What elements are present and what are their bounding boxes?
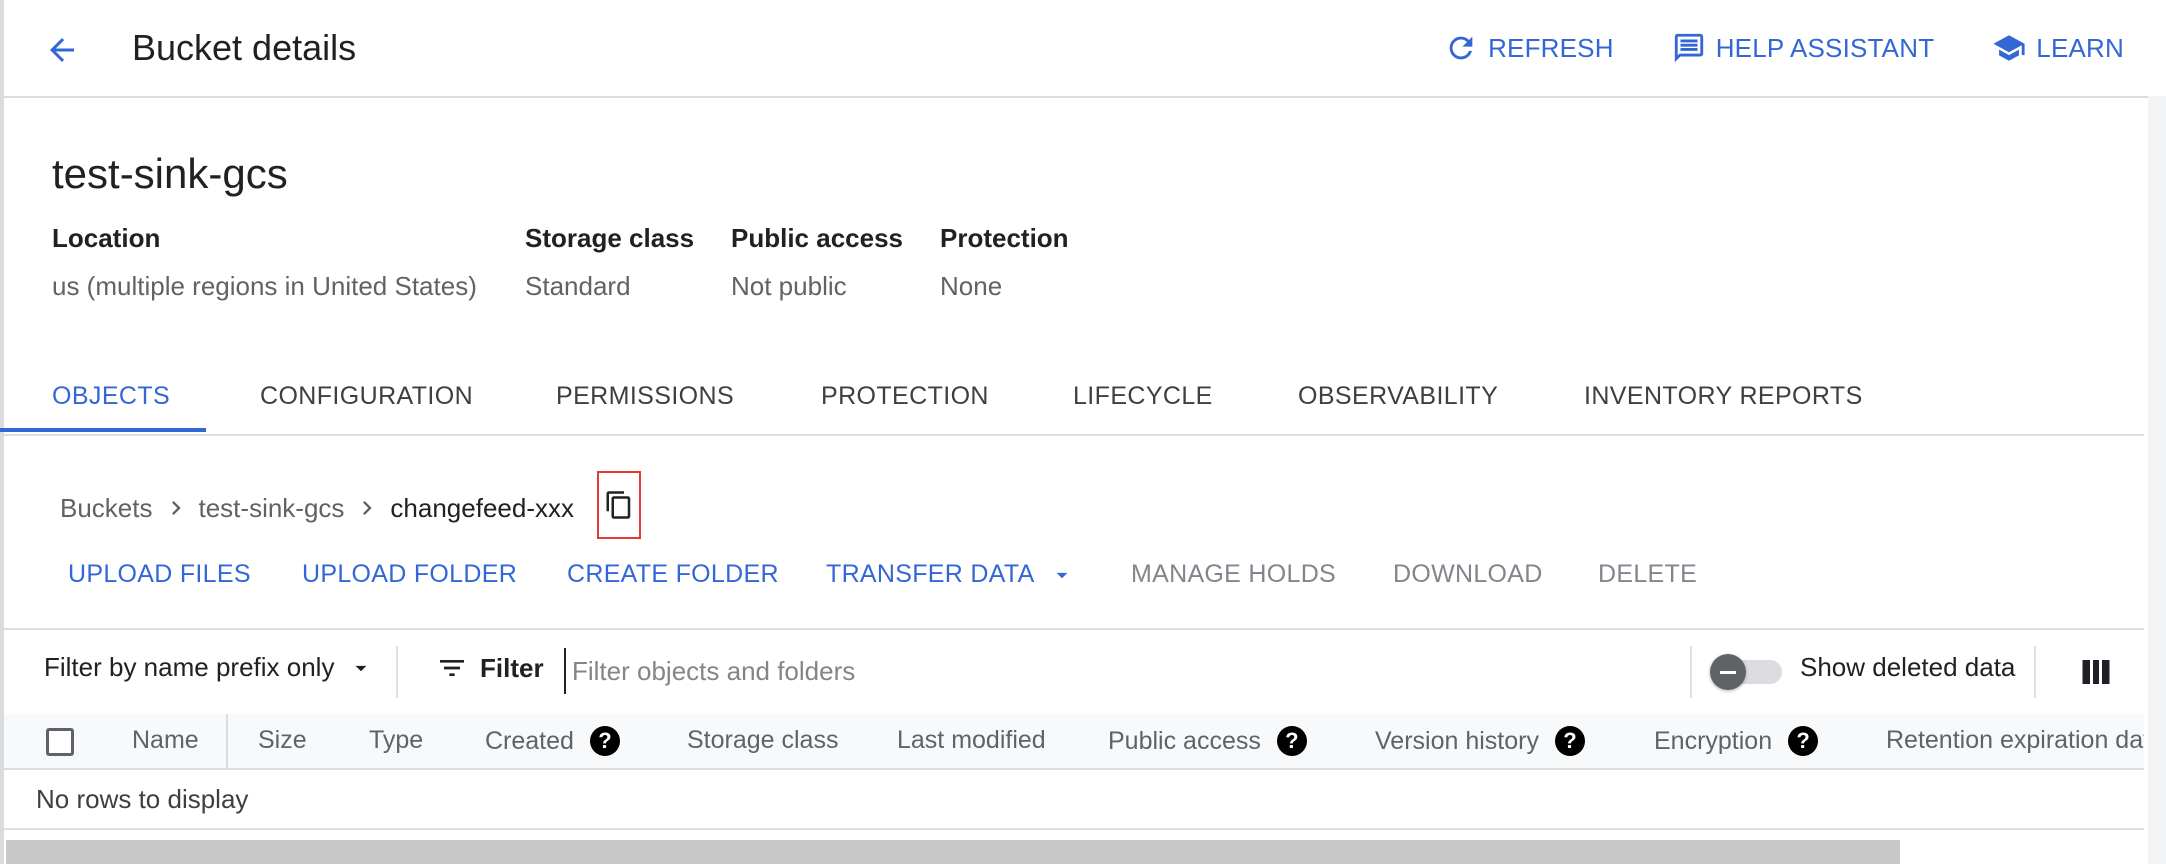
breadcrumb-folder: changefeed-xxx (390, 492, 574, 523)
empty-table-message: No rows to display (36, 784, 249, 814)
upload-files-button[interactable]: UPLOAD FILES (68, 560, 251, 589)
row-divider (4, 828, 2144, 830)
meta-protection-label: Protection (940, 223, 1069, 253)
col-type[interactable]: Type (369, 726, 423, 755)
col-version-history[interactable]: Version history ? (1375, 726, 1585, 756)
col-encryption[interactable]: Encryption ? (1654, 726, 1819, 756)
meta-storage-class-label: Storage class (525, 223, 695, 253)
filter-input[interactable] (564, 648, 1674, 694)
meta-location: Location us (multiple regions in United … (52, 220, 477, 304)
bucket-details-page: Bucket details REFRESH HELP ASSISTANT LE… (0, 0, 2166, 864)
tab-bar: OBJECTS CONFIGURATION PERMISSIONS PROTEC… (4, 372, 2144, 436)
tab-permissions[interactable]: PERMISSIONS (556, 382, 734, 436)
meta-public-access: Public access Not public (731, 220, 903, 304)
col-created-label: Created (485, 726, 574, 755)
col-created[interactable]: Created ? (485, 726, 620, 756)
meta-storage-class-value: Standard (525, 271, 631, 301)
copy-path-button[interactable] (597, 471, 641, 539)
page-header: Bucket details REFRESH HELP ASSISTANT LE… (4, 0, 2166, 98)
refresh-icon (1449, 36, 1473, 60)
horizontal-scrollbar[interactable] (6, 840, 1900, 864)
transfer-data-button[interactable]: TRANSFER DATA (826, 560, 1075, 589)
divider (1690, 646, 1692, 698)
meta-storage-class: Storage class Standard (525, 220, 694, 304)
col-public-access-label: Public access (1108, 726, 1261, 755)
help-assistant-button[interactable]: HELP ASSISTANT (1672, 31, 1935, 65)
col-retention[interactable]: Retention expiration date (1886, 726, 2144, 755)
column-display-icon[interactable] (2078, 654, 2114, 690)
breadcrumb: Buckets test-sink-gcs changefeed-xxx (60, 486, 574, 530)
manage-holds-button[interactable]: MANAGE HOLDS (1131, 560, 1336, 589)
refresh-button[interactable]: REFRESH (1444, 31, 1614, 65)
filter-text: Filter (480, 652, 544, 683)
tab-lifecycle[interactable]: LIFECYCLE (1073, 382, 1213, 436)
col-version-history-label: Version history (1375, 726, 1539, 755)
header-actions: REFRESH HELP ASSISTANT LEARN (1444, 24, 2124, 72)
active-tab-indicator (0, 428, 206, 432)
upload-folder-button[interactable]: UPLOAD FOLDER (302, 560, 517, 589)
column-divider (226, 714, 228, 768)
refresh-label: REFRESH (1488, 32, 1614, 63)
help-assistant-label: HELP ASSISTANT (1715, 32, 1935, 63)
help-icon[interactable]: ? (589, 726, 620, 756)
meta-location-value: us (multiple regions in United States) (52, 271, 477, 301)
chevron-right-icon (344, 494, 390, 522)
vertical-scrollbar[interactable] (2148, 96, 2166, 864)
col-public-access[interactable]: Public access ? (1108, 726, 1307, 756)
toggle-knob (1710, 654, 1746, 690)
tab-observability[interactable]: OBSERVABILITY (1298, 382, 1498, 436)
filter-mode-dropdown[interactable]: Filter by name prefix only (44, 652, 374, 683)
divider (2034, 646, 2036, 698)
caret-down-icon (356, 665, 367, 671)
create-folder-button[interactable]: CREATE FOLDER (567, 560, 779, 589)
meta-location-label: Location (52, 223, 161, 253)
meta-public-access-label: Public access (731, 223, 903, 253)
col-last-modified[interactable]: Last modified (897, 726, 1046, 755)
divider (396, 646, 398, 698)
filter-bar: Filter by name prefix only Filter Show d… (4, 628, 2144, 716)
help-icon[interactable]: ? (1554, 726, 1585, 756)
meta-protection-value: None (940, 271, 1003, 301)
help-icon[interactable]: ? (1788, 726, 1819, 756)
col-size[interactable]: Size (258, 726, 307, 755)
tab-protection[interactable]: PROTECTION (821, 382, 989, 436)
learn-button[interactable]: LEARN (1992, 31, 2124, 65)
col-encryption-label: Encryption (1654, 726, 1773, 755)
objects-table-header: Name Size Type Created ? Storage class L… (4, 714, 2144, 770)
caret-down-icon (1056, 572, 1067, 578)
tab-configuration[interactable]: CONFIGURATION (260, 382, 473, 436)
learn-label: LEARN (2036, 32, 2124, 63)
breadcrumb-buckets[interactable]: Buckets (60, 493, 153, 524)
bucket-name: test-sink-gcs (52, 150, 288, 197)
breadcrumb-bucket[interactable]: test-sink-gcs (199, 493, 345, 524)
col-name[interactable]: Name (132, 726, 199, 755)
transfer-data-label: TRANSFER DATA (826, 560, 1035, 588)
meta-protection: Protection None (940, 220, 1069, 304)
show-deleted-label: Show deleted data (1800, 652, 2016, 682)
tab-inventory-reports[interactable]: INVENTORY REPORTS (1584, 382, 1863, 436)
download-button[interactable]: DOWNLOAD (1393, 560, 1543, 589)
help-icon[interactable]: ? (1276, 726, 1307, 756)
arrow-back-icon (50, 38, 74, 62)
back-button[interactable] (40, 28, 84, 72)
copy-icon (606, 491, 631, 519)
filter-label: Filter (436, 652, 544, 684)
select-all-checkbox[interactable] (46, 728, 74, 756)
filter-list-icon (440, 660, 464, 676)
chevron-right-icon (153, 494, 199, 522)
col-storage-class[interactable]: Storage class (687, 726, 838, 755)
page-title: Bucket details (132, 27, 357, 68)
filter-mode-label: Filter by name prefix only (44, 652, 335, 682)
meta-public-access-value: Not public (731, 271, 847, 301)
chat-feedback-icon (1674, 33, 1703, 63)
delete-button[interactable]: DELETE (1598, 560, 1697, 589)
school-icon (1993, 35, 2025, 61)
show-deleted-toggle[interactable] (1710, 654, 1784, 690)
